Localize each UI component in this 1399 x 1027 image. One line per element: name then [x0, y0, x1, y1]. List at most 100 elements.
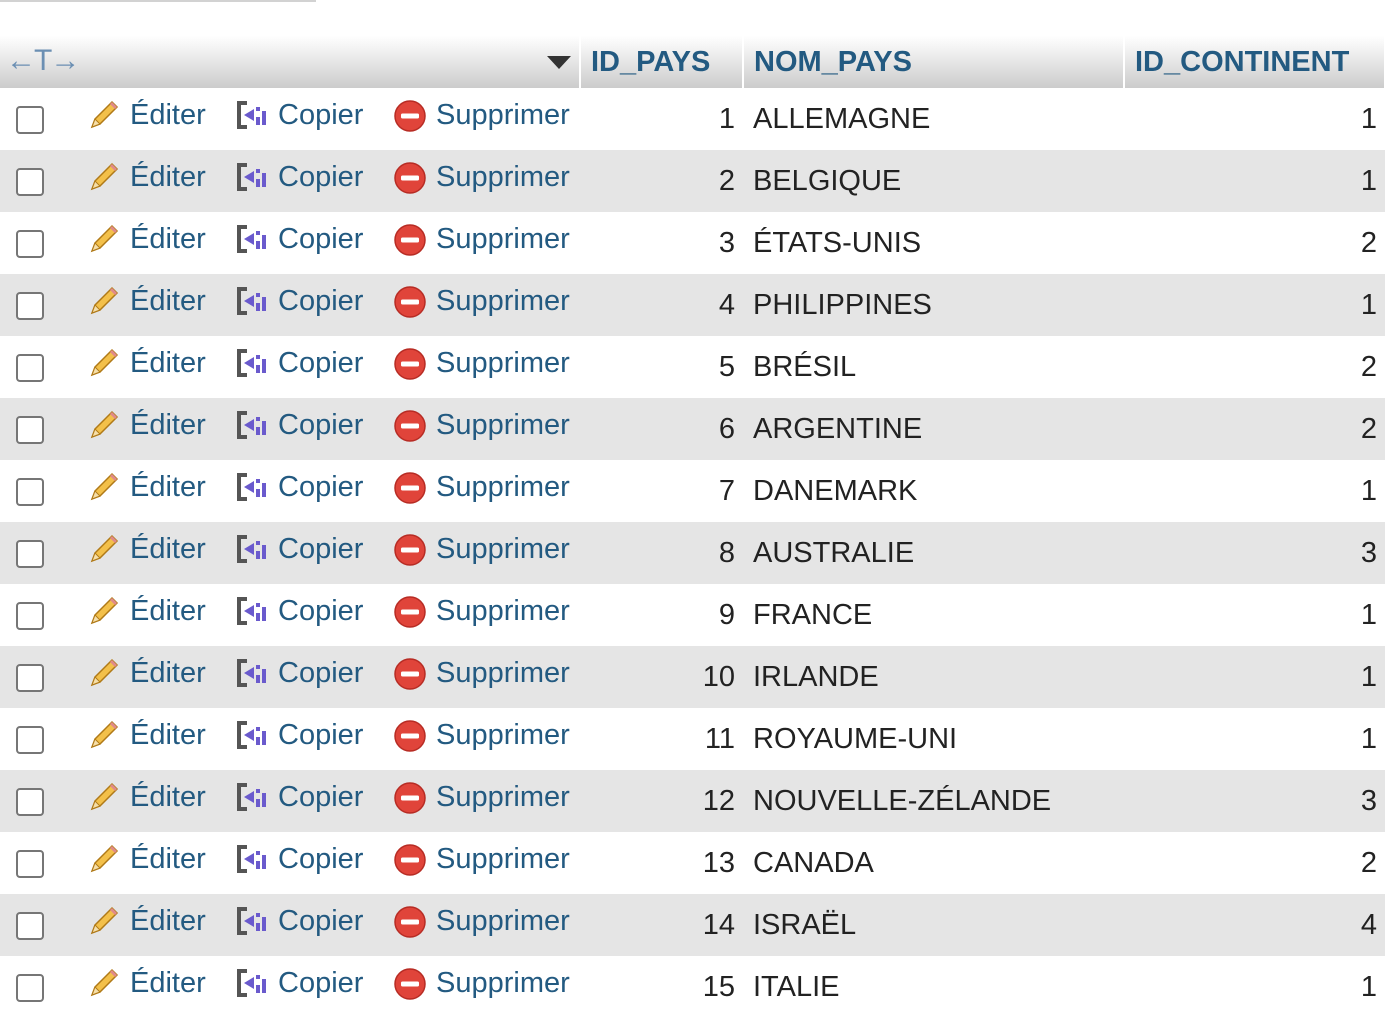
edit-link[interactable]: Éditer	[86, 469, 206, 505]
delete-link[interactable]: Supprimer	[392, 779, 570, 815]
copy-cell: Copier	[220, 336, 378, 398]
delete-cell: Supprimer	[378, 708, 580, 770]
row-checkbox[interactable]	[16, 415, 44, 444]
copy-link[interactable]: Copier	[234, 407, 363, 443]
delete-link[interactable]: Supprimer	[392, 283, 570, 319]
delete-link[interactable]: Supprimer	[392, 407, 570, 443]
delete-cell: Supprimer	[378, 398, 580, 460]
copy-link[interactable]: Copier	[234, 717, 363, 753]
row-checkbox[interactable]	[16, 787, 44, 816]
pencil-icon	[90, 286, 119, 315]
pencil-icon	[90, 596, 119, 625]
copy-link[interactable]: Copier	[234, 531, 363, 567]
id-pays-cell: 11	[704, 722, 735, 755]
delete-label: Supprimer	[436, 594, 570, 627]
edit-link[interactable]: Éditer	[86, 283, 206, 319]
nom-pays-cell: ÉTATS-UNIS	[753, 226, 922, 259]
copy-link[interactable]: Copier	[234, 345, 363, 381]
edit-link[interactable]: Éditer	[86, 345, 206, 381]
id-continent-cell: 2	[1360, 226, 1377, 259]
delete-link[interactable]: Supprimer	[392, 159, 570, 195]
copy-link[interactable]: Copier	[234, 593, 363, 629]
copy-link[interactable]: Copier	[234, 469, 363, 505]
nom-pays-cell: ROYAUME-UNI	[753, 722, 958, 755]
table-row: Éditer Copier	[0, 584, 1385, 646]
row-checkbox[interactable]	[16, 291, 44, 320]
delete-link[interactable]: Supprimer	[392, 531, 570, 567]
column-header-id-pays[interactable]: ID_PAYS	[580, 36, 744, 88]
edit-label: Éditer	[130, 966, 206, 999]
edit-link[interactable]: Éditer	[86, 531, 206, 567]
id-pays-cell: 4	[718, 288, 735, 321]
delete-link[interactable]: Supprimer	[392, 593, 570, 629]
edit-link[interactable]: Éditer	[86, 221, 206, 257]
copy-link[interactable]: Copier	[234, 779, 363, 815]
row-checkbox[interactable]	[16, 911, 44, 940]
edit-link[interactable]: Éditer	[86, 717, 206, 753]
copy-label: Copier	[278, 222, 364, 255]
edit-label: Éditer	[130, 346, 206, 379]
delete-link[interactable]: Supprimer	[392, 965, 570, 1001]
copy-label: Copier	[278, 532, 364, 565]
delete-link[interactable]: Supprimer	[392, 345, 570, 381]
row-checkbox[interactable]	[16, 229, 44, 258]
column-header-nom-pays[interactable]: NOM_PAYS	[743, 36, 1125, 88]
column-arrows-icon[interactable]: ←T→	[6, 44, 80, 78]
column-header-id-continent[interactable]: ID_CONTINENT	[1124, 36, 1386, 88]
copy-cell: Copier	[220, 708, 378, 770]
pencil-icon	[90, 782, 119, 811]
copy-link[interactable]: Copier	[234, 221, 363, 257]
delete-link[interactable]: Supprimer	[392, 469, 570, 505]
row-checkbox[interactable]	[16, 973, 44, 1002]
edit-link[interactable]: Éditer	[86, 965, 206, 1001]
edit-link[interactable]: Éditer	[86, 593, 206, 629]
copy-link[interactable]: Copier	[234, 903, 363, 939]
delete-circle-icon	[394, 162, 426, 194]
nom-pays-cell: DANEMARK	[753, 474, 918, 507]
delete-circle-icon	[394, 410, 426, 442]
copy-link[interactable]: Copier	[234, 841, 363, 877]
edit-link[interactable]: Éditer	[86, 655, 206, 691]
id-continent-cell: 1	[1360, 288, 1377, 321]
row-select-cell	[0, 832, 72, 894]
edit-label: Éditer	[130, 160, 206, 193]
copy-cell: Copier	[220, 150, 378, 212]
copy-link[interactable]: Copier	[234, 965, 363, 1001]
edit-link[interactable]: Éditer	[86, 97, 206, 133]
edit-cell: Éditer	[72, 832, 220, 894]
sort-dropdown-icon[interactable]	[547, 56, 571, 69]
delete-link[interactable]: Supprimer	[392, 903, 570, 939]
nom-pays-cell: CANADA	[753, 846, 874, 879]
row-checkbox[interactable]	[16, 539, 44, 568]
nom-pays-cell: IRLANDE	[753, 660, 879, 693]
row-checkbox[interactable]	[16, 105, 44, 134]
copy-link[interactable]: Copier	[234, 159, 363, 195]
row-checkbox[interactable]	[16, 167, 44, 196]
copy-link[interactable]: Copier	[234, 97, 363, 133]
copy-link[interactable]: Copier	[234, 655, 363, 691]
delete-circle-icon	[394, 596, 426, 628]
row-checkbox[interactable]	[16, 353, 44, 382]
copy-label: Copier	[278, 470, 364, 503]
delete-link[interactable]: Supprimer	[392, 97, 570, 133]
copy-label: Copier	[278, 656, 364, 689]
row-checkbox[interactable]	[16, 477, 44, 506]
delete-link[interactable]: Supprimer	[392, 655, 570, 691]
delete-link[interactable]: Supprimer	[392, 841, 570, 877]
delete-label: Supprimer	[436, 532, 570, 565]
copy-label: Copier	[278, 904, 364, 937]
edit-link[interactable]: Éditer	[86, 779, 206, 815]
row-checkbox[interactable]	[16, 849, 44, 878]
copy-link[interactable]: Copier	[234, 283, 363, 319]
row-checkbox[interactable]	[16, 725, 44, 754]
row-checkbox[interactable]	[16, 663, 44, 692]
edit-link[interactable]: Éditer	[86, 841, 206, 877]
id-continent-cell: 1	[1360, 474, 1377, 507]
nom-pays-cell: ITALIE	[753, 970, 840, 1003]
row-checkbox[interactable]	[16, 601, 44, 630]
delete-link[interactable]: Supprimer	[392, 221, 570, 257]
delete-link[interactable]: Supprimer	[392, 717, 570, 753]
edit-link[interactable]: Éditer	[86, 407, 206, 443]
edit-link[interactable]: Éditer	[86, 903, 206, 939]
edit-link[interactable]: Éditer	[86, 159, 206, 195]
